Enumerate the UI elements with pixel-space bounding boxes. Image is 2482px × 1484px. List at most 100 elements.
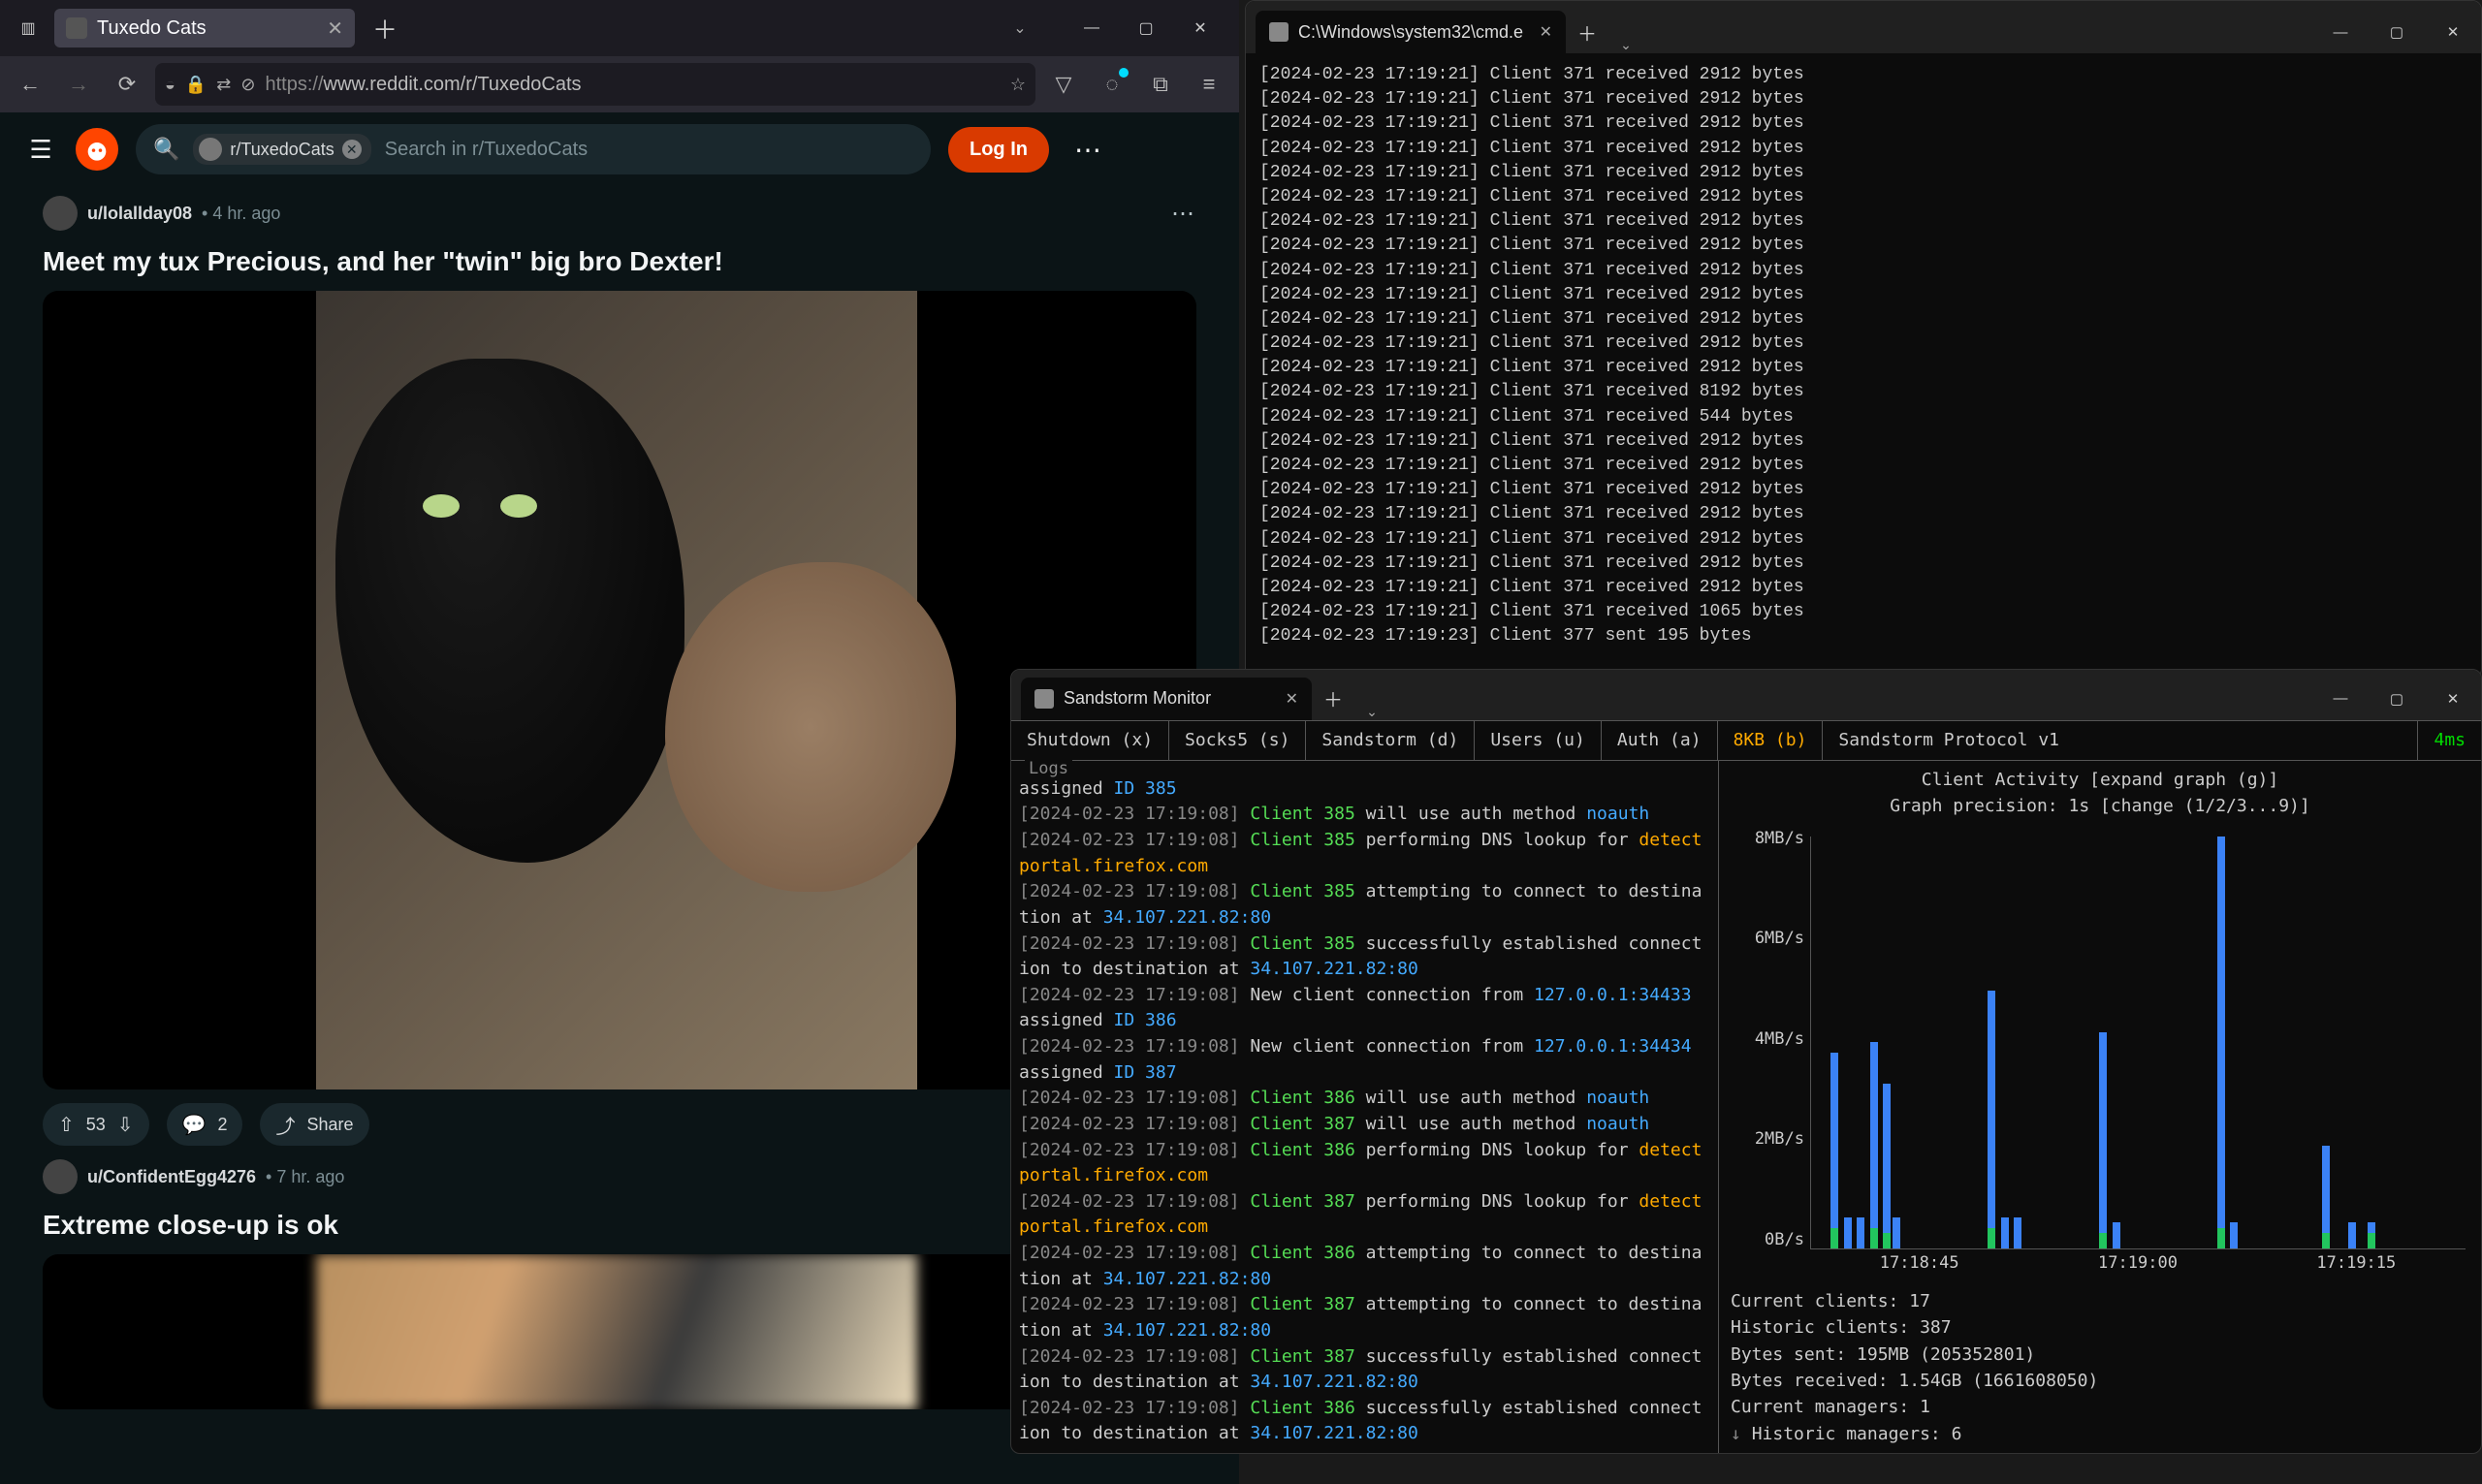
menu-sandstorm[interactable]: Sandstorm (d) (1306, 721, 1475, 760)
avatar[interactable] (43, 1159, 78, 1194)
post-time: • 4 hr. ago (202, 204, 280, 224)
y-axis-labels: 8MB/s6MB/s4MB/s2MB/s0B/s (1734, 829, 1804, 1249)
new-tab-button[interactable]: ＋ (1312, 678, 1354, 720)
forward-button[interactable]: → (58, 64, 99, 105)
firefox-workspace-icon[interactable]: ▥ (8, 0, 48, 56)
log-output: assigned ID 385[2024-02-23 17:19:08] Cli… (1019, 767, 1710, 1447)
login-button[interactable]: Log In (948, 127, 1049, 173)
downvote-icon[interactable]: ⇩ (117, 1113, 134, 1137)
shield-icon[interactable]: ◒ (165, 75, 175, 95)
minimize-button[interactable]: — (2312, 678, 2369, 720)
window-controls: ⌄ — ▢ ✕ (993, 8, 1231, 48)
minimize-button[interactable]: — (2312, 11, 2369, 53)
menu-socks5[interactable]: Socks5 (s) (1169, 721, 1306, 760)
browser-tab[interactable]: Tuxedo Cats ✕ (54, 9, 355, 47)
tab-close-icon[interactable]: ✕ (1540, 22, 1552, 42)
reddit-search[interactable]: 🔍 r/TuxedoCats ✕ Search in r/TuxedoCats (136, 124, 931, 174)
account-icon[interactable]: ◌ (1092, 64, 1132, 105)
hamburger-icon[interactable]: ☰ (23, 132, 58, 167)
search-chip[interactable]: r/TuxedoCats ✕ (193, 134, 370, 165)
post-author[interactable]: u/ConfidentEgg4276 (87, 1167, 256, 1187)
permissions-icon[interactable]: ⇄ (216, 75, 231, 95)
firefox-toolbar: ← → ⟳ ◒ 🔒 ⇄ ⊘ https://www.reddit.com/r/T… (0, 56, 1239, 112)
cmd-icon (1269, 22, 1289, 42)
window-controls: — ▢ ✕ (2312, 678, 2481, 720)
menu-users[interactable]: Users (u) (1475, 721, 1602, 760)
menu-icon[interactable]: ≡ (1189, 64, 1229, 105)
terminal-tab[interactable]: C:\Windows\system32\cmd.e ✕ (1256, 11, 1566, 53)
tab-title: Sandstorm Monitor (1064, 688, 1276, 709)
tab-dropdown-icon[interactable]: ⌄ (1608, 37, 1643, 53)
share-pill[interactable]: ⤴ Share (260, 1103, 368, 1146)
bookmark-icon[interactable]: ☆ (1010, 75, 1026, 95)
maximize-button[interactable]: ▢ (2369, 11, 2425, 53)
plot-area (1810, 837, 2466, 1249)
terminal-tab[interactable]: Sandstorm Monitor ✕ (1021, 678, 1312, 720)
minimize-button[interactable]: — (1065, 8, 1119, 48)
maximize-button[interactable]: ▢ (1119, 8, 1173, 48)
stat-historic-managers: ↓ Historic managers: 6 (1731, 1421, 2469, 1447)
subreddit-icon (199, 138, 222, 161)
search-icon: 🔍 (153, 137, 179, 162)
lock-icon[interactable]: 🔒 (185, 75, 207, 95)
maximize-button[interactable]: ▢ (2369, 678, 2425, 720)
tab-title: Tuxedo Cats (97, 17, 317, 40)
logs-panel[interactable]: Logs assigned ID 385[2024-02-23 17:19:08… (1011, 761, 1719, 1453)
tab-close-icon[interactable]: ✕ (327, 16, 343, 41)
post-time: • 7 hr. ago (266, 1167, 344, 1187)
firefox-titlebar: ▥ Tuxedo Cats ✕ ＋ ⌄ — ▢ ✕ (0, 0, 1239, 56)
tab-overflow-icon[interactable]: ⌄ (993, 8, 1047, 48)
close-button[interactable]: ✕ (2425, 678, 2481, 720)
reddit-header: ☰ 🔍 r/TuxedoCats ✕ Search in r/TuxedoCat… (0, 112, 1239, 186)
pocket-icon[interactable]: ▽ (1043, 64, 1084, 105)
terminal-titlebar: Sandstorm Monitor ✕ ＋ ⌄ — ▢ ✕ (1011, 670, 2481, 720)
back-button[interactable]: ← (10, 64, 50, 105)
x-axis-labels: 17:18:4517:19:0017:19:15 (1810, 1253, 2466, 1273)
sandstorm-window: Sandstorm Monitor ✕ ＋ ⌄ — ▢ ✕ Shutdown (… (1010, 669, 2482, 1454)
new-tab-button[interactable]: ＋ (1566, 11, 1608, 53)
stat-current-managers: Current managers: 1 (1731, 1394, 2469, 1420)
comment-icon: 💬 (182, 1113, 207, 1137)
search-placeholder: Search in r/TuxedoCats (385, 139, 588, 161)
reload-button[interactable]: ⟳ (107, 64, 147, 105)
reddit-favicon (66, 17, 87, 39)
post-author[interactable]: u/lolallday08 (87, 204, 192, 224)
sandstorm-menu: Shutdown (x) Socks5 (s) Sandstorm (d) Us… (1011, 720, 2481, 761)
stat-current-clients: Current clients: 17 (1731, 1288, 2469, 1314)
vote-pill[interactable]: ⇧ 53 ⇩ (43, 1103, 149, 1146)
avatar[interactable] (43, 196, 78, 231)
app-icon (1034, 689, 1054, 709)
comments-pill[interactable]: 💬 2 (167, 1103, 243, 1146)
terminal-output[interactable]: [2024-02-23 17:19:21] Client 371 receive… (1246, 53, 2481, 659)
tab-dropdown-icon[interactable]: ⌄ (1354, 704, 1389, 720)
score: 53 (86, 1115, 106, 1135)
close-button[interactable]: ✕ (2425, 11, 2481, 53)
url-bar[interactable]: ◒ 🔒 ⇄ ⊘ https://www.reddit.com/r/TuxedoC… (155, 63, 1035, 106)
menu-shutdown[interactable]: Shutdown (x) (1011, 721, 1169, 760)
chip-label: r/TuxedoCats (230, 140, 334, 160)
comment-count: 2 (217, 1115, 227, 1135)
menu-auth[interactable]: Auth (a) (1602, 721, 1718, 760)
stats-panel: Current clients: 17 Historic clients: 38… (1731, 1282, 2469, 1447)
post-menu-icon[interactable]: ⋯ (1171, 200, 1196, 228)
post-title[interactable]: Meet my tux Precious, and her "twin" big… (43, 246, 1196, 277)
reddit-logo[interactable] (76, 128, 118, 171)
sandstorm-main: Logs assigned ID 385[2024-02-23 17:19:08… (1011, 761, 2481, 1453)
new-tab-button[interactable]: ＋ (355, 11, 415, 47)
logs-title: Logs (1025, 759, 1072, 778)
permissions-icon-2[interactable]: ⊘ (240, 75, 255, 95)
url-text: https://www.reddit.com/r/TuxedoCats (265, 74, 1000, 96)
reddit-icon (83, 136, 111, 163)
stat-bytes-sent: Bytes sent: 195MB (205352801) (1731, 1342, 2469, 1368)
window-controls: — ▢ ✕ (2312, 11, 2481, 53)
header-overflow-icon[interactable]: ⋯ (1066, 134, 1109, 166)
close-button[interactable]: ✕ (1173, 8, 1227, 48)
activity-graph[interactable]: 8MB/s6MB/s4MB/s2MB/s0B/s 17:18:4517:19:0… (1734, 829, 2466, 1273)
tab-close-icon[interactable]: ✕ (1286, 689, 1298, 709)
extensions-icon[interactable]: ⧉ (1140, 64, 1181, 105)
upvote-icon[interactable]: ⇧ (58, 1113, 75, 1137)
chip-clear-icon[interactable]: ✕ (342, 140, 362, 159)
stat-bytes-received: Bytes received: 1.54GB (1661608050) (1731, 1368, 2469, 1394)
share-icon: ⤴ (275, 1111, 295, 1139)
menu-rate[interactable]: 8KB (b) (1718, 721, 1824, 760)
